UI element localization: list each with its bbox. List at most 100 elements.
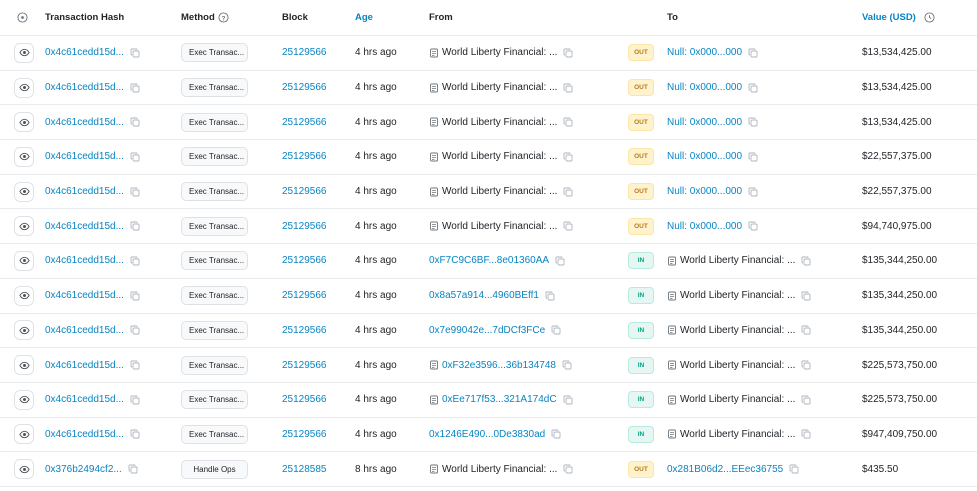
- from-address[interactable]: 0x8a57a914...4960BEff1: [429, 290, 539, 301]
- copy-icon[interactable]: [130, 256, 140, 266]
- eye-icon[interactable]: [14, 285, 34, 306]
- copy-icon[interactable]: [130, 187, 140, 197]
- eye-icon[interactable]: [14, 146, 34, 167]
- block-link[interactable]: 25129566: [282, 82, 327, 93]
- tx-hash-link[interactable]: 0x4c61cedd15d...: [45, 186, 124, 197]
- block-link[interactable]: 25129566: [282, 325, 327, 336]
- eye-icon[interactable]: [14, 320, 34, 341]
- eye-icon[interactable]: [14, 216, 34, 237]
- from-address[interactable]: 0x7e99042e...7dDCf3FCe: [429, 325, 545, 336]
- from-address[interactable]: World Liberty Financial: ...: [442, 82, 557, 93]
- copy-icon[interactable]: [130, 48, 140, 58]
- copy-icon[interactable]: [801, 360, 811, 370]
- block-link[interactable]: 25129566: [282, 290, 327, 301]
- to-address[interactable]: Null: 0x000...000: [667, 47, 742, 58]
- block-link[interactable]: 25129566: [282, 221, 327, 232]
- eye-icon[interactable]: [14, 42, 34, 63]
- copy-icon[interactable]: [563, 117, 573, 127]
- eye-icon[interactable]: [14, 424, 34, 445]
- copy-icon[interactable]: [801, 429, 811, 439]
- header-age-toggle[interactable]: Age: [355, 0, 420, 35]
- eye-icon[interactable]: [14, 112, 34, 133]
- tx-hash-link[interactable]: 0x4c61cedd15d...: [45, 255, 124, 266]
- copy-icon[interactable]: [130, 395, 140, 405]
- from-address[interactable]: 0xF7C9C6BF...8e01360AA: [429, 255, 549, 266]
- copy-icon[interactable]: [563, 48, 573, 58]
- copy-icon[interactable]: [748, 152, 758, 162]
- tx-hash-link[interactable]: 0x4c61cedd15d...: [45, 151, 124, 162]
- eye-icon[interactable]: [14, 355, 34, 376]
- tx-hash-link[interactable]: 0x376b2494cf2...: [45, 464, 122, 475]
- copy-icon[interactable]: [562, 360, 572, 370]
- copy-icon[interactable]: [801, 325, 811, 335]
- from-address[interactable]: 0xF32e3596...36b134748: [442, 360, 556, 371]
- copy-icon[interactable]: [748, 221, 758, 231]
- copy-icon[interactable]: [130, 325, 140, 335]
- block-link[interactable]: 25129566: [282, 360, 327, 371]
- block-link[interactable]: 25129566: [282, 255, 327, 266]
- copy-icon[interactable]: [801, 256, 811, 266]
- from-address[interactable]: World Liberty Financial: ...: [442, 221, 557, 232]
- to-address[interactable]: Null: 0x000...000: [667, 151, 742, 162]
- copy-icon[interactable]: [130, 429, 140, 439]
- to-address[interactable]: Null: 0x000...000: [667, 82, 742, 93]
- eye-icon[interactable]: [14, 250, 34, 271]
- to-address[interactable]: World Liberty Financial: ...: [680, 290, 795, 301]
- copy-icon[interactable]: [748, 187, 758, 197]
- block-link[interactable]: 25128585: [282, 464, 327, 475]
- copy-icon[interactable]: [130, 117, 140, 127]
- eye-icon[interactable]: [14, 459, 34, 480]
- from-address[interactable]: World Liberty Financial: ...: [442, 151, 557, 162]
- copy-icon[interactable]: [748, 83, 758, 93]
- to-address[interactable]: World Liberty Financial: ...: [680, 429, 795, 440]
- copy-icon[interactable]: [748, 48, 758, 58]
- copy-icon[interactable]: [555, 256, 565, 266]
- to-address[interactable]: World Liberty Financial: ...: [680, 394, 795, 405]
- copy-icon[interactable]: [130, 291, 140, 301]
- copy-icon[interactable]: [789, 464, 799, 474]
- copy-icon[interactable]: [801, 291, 811, 301]
- info-circle-icon[interactable]: [17, 12, 28, 23]
- copy-icon[interactable]: [545, 291, 555, 301]
- eye-icon[interactable]: [14, 77, 34, 98]
- copy-icon[interactable]: [551, 429, 561, 439]
- from-address[interactable]: World Liberty Financial: ...: [442, 464, 557, 475]
- copy-icon[interactable]: [130, 221, 140, 231]
- block-link[interactable]: 25129566: [282, 394, 327, 405]
- from-address[interactable]: 0x1246E490...0De3830ad: [429, 429, 545, 440]
- to-address[interactable]: World Liberty Financial: ...: [680, 325, 795, 336]
- to-address[interactable]: 0x281B06d2...EEec36755: [667, 464, 783, 475]
- tx-hash-link[interactable]: 0x4c61cedd15d...: [45, 82, 124, 93]
- copy-icon[interactable]: [748, 117, 758, 127]
- block-link[interactable]: 25129566: [282, 47, 327, 58]
- copy-icon[interactable]: [563, 83, 573, 93]
- copy-icon[interactable]: [551, 325, 561, 335]
- block-link[interactable]: 25129566: [282, 429, 327, 440]
- tx-hash-link[interactable]: 0x4c61cedd15d...: [45, 394, 124, 405]
- to-address[interactable]: Null: 0x000...000: [667, 186, 742, 197]
- block-link[interactable]: 25129566: [282, 117, 327, 128]
- block-link[interactable]: 25129566: [282, 151, 327, 162]
- copy-icon[interactable]: [563, 152, 573, 162]
- copy-icon[interactable]: [130, 360, 140, 370]
- from-address[interactable]: World Liberty Financial: ...: [442, 117, 557, 128]
- copy-icon[interactable]: [563, 395, 573, 405]
- header-value-toggle[interactable]: Value (USD): [862, 12, 916, 23]
- info-circle-icon[interactable]: ?: [218, 12, 229, 23]
- copy-icon[interactable]: [128, 464, 138, 474]
- from-address[interactable]: World Liberty Financial: ...: [442, 186, 557, 197]
- copy-icon[interactable]: [563, 464, 573, 474]
- tx-hash-link[interactable]: 0x4c61cedd15d...: [45, 360, 124, 371]
- to-address[interactable]: World Liberty Financial: ...: [680, 360, 795, 371]
- to-address[interactable]: World Liberty Financial: ...: [680, 255, 795, 266]
- tx-hash-link[interactable]: 0x4c61cedd15d...: [45, 221, 124, 232]
- clock-icon[interactable]: [924, 12, 935, 23]
- tx-hash-link[interactable]: 0x4c61cedd15d...: [45, 117, 124, 128]
- copy-icon[interactable]: [801, 395, 811, 405]
- tx-hash-link[interactable]: 0x4c61cedd15d...: [45, 429, 124, 440]
- copy-icon[interactable]: [130, 152, 140, 162]
- to-address[interactable]: Null: 0x000...000: [667, 221, 742, 232]
- from-address[interactable]: World Liberty Financial: ...: [442, 47, 557, 58]
- eye-icon[interactable]: [14, 389, 34, 410]
- eye-icon[interactable]: [14, 181, 34, 202]
